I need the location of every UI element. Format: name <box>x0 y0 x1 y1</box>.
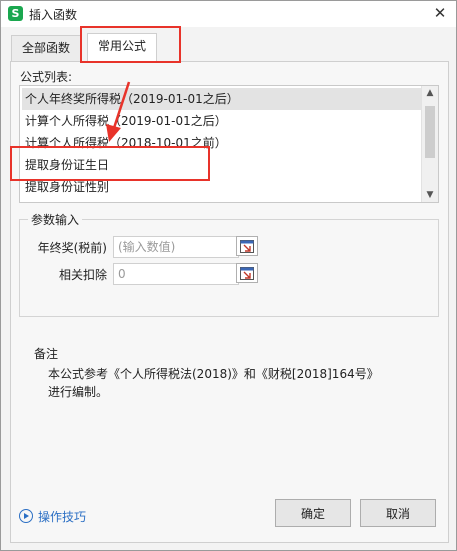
scroll-up-icon[interactable]: ▲ <box>422 86 438 100</box>
ok-button[interactable]: 确定 <box>275 499 351 527</box>
bonus-label: 年终奖(税前) <box>37 241 107 255</box>
cell-reference-icon <box>240 267 254 280</box>
deduction-input[interactable]: 0 <box>113 263 239 285</box>
play-circle-icon <box>19 509 33 523</box>
tab-bar: 全部函数 常用公式 <box>11 33 451 61</box>
deduction-ref-button[interactable] <box>236 263 258 283</box>
tab-all-functions[interactable]: 全部函数 <box>11 35 82 61</box>
deduction-label: 相关扣除 <box>58 268 107 282</box>
scroll-down-icon[interactable]: ▼ <box>422 188 438 202</box>
formula-listbox[interactable]: 个人年终奖所得税（2019-01-01之后） 计算个人所得税（2019-01-0… <box>19 85 439 203</box>
annotation-box-tab <box>80 26 181 63</box>
title-bar: S 插入函数 ✕ <box>1 1 456 27</box>
cell-reference-icon <box>240 240 254 253</box>
scroll-thumb[interactable] <box>425 106 435 158</box>
notes-line: 进行编制。 <box>48 385 109 399</box>
bonus-input[interactable]: (输入数值) <box>113 236 239 258</box>
list-item[interactable]: 计算个人所得税（2019-01-01之后） <box>22 110 423 132</box>
tips-label: 操作技巧 <box>38 510 87 524</box>
operation-tips-link[interactable]: 操作技巧 <box>19 509 86 525</box>
notes-line: 本公式参考《个人所得税法(2018)》和《财税[2018]164号》 <box>48 367 379 381</box>
bonus-ref-button[interactable] <box>236 236 258 256</box>
param-input-legend: 参数输入 <box>28 211 83 228</box>
notes-title: 备注 <box>34 347 59 361</box>
cancel-button[interactable]: 取消 <box>360 499 436 527</box>
close-button[interactable]: ✕ <box>430 3 450 23</box>
list-item[interactable]: 个人年终奖所得税（2019-01-01之后） <box>22 88 423 110</box>
insert-function-dialog: S 插入函数 ✕ 全部函数 常用公式 公式列表: 个人年终奖所得税（2019-0… <box>0 0 457 551</box>
formula-list-label: 公式列表: <box>20 70 73 84</box>
dialog-title: 插入函数 <box>29 8 78 22</box>
notes-text: 本公式参考《个人所得税法(2018)》和《财税[2018]164号》 进行编制。 <box>48 365 379 401</box>
list-scrollbar[interactable]: ▲ ▼ <box>421 86 438 202</box>
annotation-box-item <box>10 146 210 181</box>
wps-spreadsheet-icon: S <box>8 6 23 21</box>
